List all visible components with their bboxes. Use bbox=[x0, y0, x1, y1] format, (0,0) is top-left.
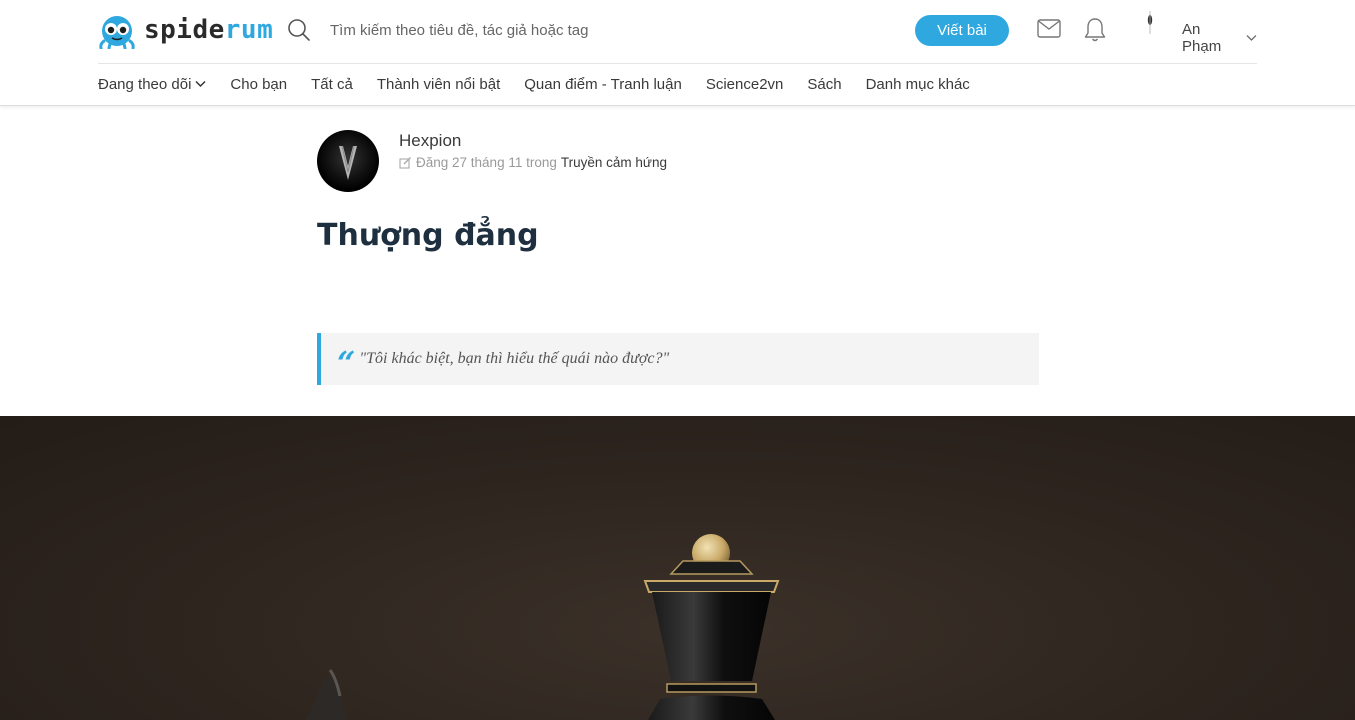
nav-item-for-you[interactable]: Cho bạn bbox=[230, 76, 287, 93]
search-input[interactable] bbox=[324, 16, 776, 44]
chevron-down-icon bbox=[1246, 35, 1257, 41]
author-name[interactable]: Hexpion bbox=[399, 131, 461, 151]
top-header: spiderum Viết bài An Phạm Đang theo dõi bbox=[0, 0, 1355, 106]
write-post-button[interactable]: Viết bài bbox=[915, 15, 1009, 46]
quote-text: "Tôi khác biệt, bạn thì hiểu thế quái nà… bbox=[359, 350, 670, 367]
post-title: Thượng đẳng bbox=[317, 218, 539, 253]
nav-item-all[interactable]: Tất cả bbox=[311, 76, 353, 93]
user-avatar[interactable] bbox=[1143, 10, 1157, 36]
logo-text-part2: rum bbox=[224, 15, 274, 45]
post-meta: Đăng 27 tháng 11 trong Truyền cảm hứng bbox=[399, 155, 667, 170]
nav-item-books[interactable]: Sách bbox=[807, 76, 841, 93]
search-icon[interactable] bbox=[287, 18, 311, 42]
header-main-row: spiderum Viết bài An Phạm bbox=[98, 0, 1257, 64]
chevron-down-icon bbox=[195, 80, 206, 88]
edit-icon bbox=[399, 157, 411, 169]
user-menu[interactable]: An Phạm bbox=[1182, 21, 1257, 55]
notification-bell-icon[interactable] bbox=[1084, 17, 1106, 43]
quote-mark-icon: “ bbox=[337, 344, 356, 382]
mail-icon[interactable] bbox=[1037, 19, 1061, 39]
spiderum-logo[interactable]: spiderum bbox=[98, 11, 273, 49]
category-nav: Đang theo dõi Cho bạn Tất cả Thành viên … bbox=[98, 64, 994, 104]
post-date: Đăng 27 tháng 11 trong bbox=[416, 155, 557, 170]
logo-text-part1: spide bbox=[144, 15, 225, 45]
author-avatar[interactable] bbox=[317, 130, 379, 192]
nav-item-other-categories[interactable]: Danh mục khác bbox=[866, 76, 970, 93]
spider-mascot-icon bbox=[99, 16, 135, 49]
user-name-label: An Phạm bbox=[1182, 21, 1222, 55]
nav-item-featured-members[interactable]: Thành viên nổi bật bbox=[377, 76, 500, 93]
chess-pieces-image bbox=[306, 534, 780, 720]
nav-item-following[interactable]: Đang theo dõi bbox=[98, 76, 206, 93]
logo-wordmark: spiderum bbox=[144, 15, 273, 45]
cover-image bbox=[0, 416, 1355, 720]
nav-item-opinion-debate[interactable]: Quan điểm - Tranh luận bbox=[524, 76, 682, 93]
blockquote: “ "Tôi khác biệt, bạn thì hiểu thế quái … bbox=[317, 333, 1039, 385]
nav-item-science2vn[interactable]: Science2vn bbox=[706, 76, 784, 93]
post-category-link[interactable]: Truyền cảm hứng bbox=[561, 155, 667, 170]
nav-item-label: Đang theo dõi bbox=[98, 75, 192, 93]
author-avatar-image bbox=[339, 145, 357, 180]
